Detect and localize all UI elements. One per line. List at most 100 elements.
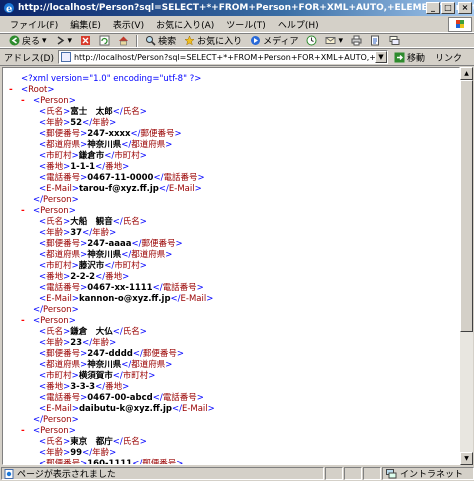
links-button[interactable]: リンク: [435, 51, 462, 64]
stop-icon: [81, 36, 91, 45]
address-bar: アドレス(D) http://localhost/Person?sql=SELE…: [0, 48, 474, 66]
person-close-tag: </Person>: [3, 415, 459, 426]
xml-field-line: <年齢>23</年齢>: [3, 338, 459, 349]
scroll-up-button[interactable]: ▲: [460, 67, 473, 80]
field-value: 鎌倉市: [78, 151, 105, 161]
forward-dropdown-icon[interactable]: ▾: [68, 36, 73, 46]
maximize-button[interactable]: □: [441, 2, 455, 14]
person-open-tag: - <Person>: [3, 96, 459, 107]
field-tag-name: 都道府県: [131, 140, 166, 150]
collapse-toggle[interactable]: -: [21, 96, 25, 107]
bracket: >: [109, 118, 117, 128]
bracket: >: [139, 151, 147, 161]
status-cell: [344, 467, 362, 480]
xml-document-view: <?xml version="1.0" encoding="utf-8" ?> -…: [2, 67, 460, 465]
field-value: 160-1111: [87, 459, 133, 465]
media-button[interactable]: メディア: [247, 34, 301, 47]
history-button[interactable]: [303, 35, 320, 46]
bracket: </: [33, 195, 43, 205]
collapse-toggle[interactable]: -: [21, 206, 25, 217]
address-label: アドレス(D): [4, 53, 54, 64]
field-value: 横須賀市: [78, 371, 113, 381]
bracket: >: [109, 228, 117, 238]
forward-button[interactable]: ▾: [52, 35, 76, 46]
bracket: </: [132, 459, 143, 465]
back-arrow-icon: [9, 35, 20, 46]
field-value: 東京 都庁: [70, 437, 113, 447]
scroll-thumb[interactable]: [460, 80, 473, 332]
bracket: </: [95, 272, 106, 282]
bracket: >: [165, 250, 173, 260]
minimize-button[interactable]: _: [426, 2, 440, 14]
menu-view[interactable]: 表示(V): [107, 18, 150, 31]
scroll-down-button[interactable]: ▼: [460, 452, 473, 465]
back-dropdown-icon[interactable]: ▾: [42, 36, 47, 46]
field-tag-name: 年齢: [92, 228, 110, 238]
bracket: </: [121, 250, 132, 260]
field-tag-name: 都道府県: [46, 140, 81, 150]
close-button[interactable]: ×: [458, 2, 472, 14]
collapse-toggle[interactable]: -: [21, 316, 25, 327]
xml-field-line: <番地>1-1-1</番地>: [3, 162, 459, 173]
field-value: 鎌倉 大仏: [70, 327, 113, 337]
field-tag-name: 市町村: [122, 371, 149, 381]
xml-field-line: <郵便番号>247-dddd</郵便番号>: [3, 349, 459, 360]
bracket: >: [139, 217, 147, 227]
mail-dropdown-icon[interactable]: ▾: [338, 36, 343, 46]
field-tag-name: 市町村: [114, 261, 140, 271]
field-tag-name: 番地: [46, 162, 64, 172]
field-tag-name: 氏名: [46, 327, 64, 337]
ie-logo-icon: e: [4, 3, 14, 14]
bracket: >: [47, 85, 55, 95]
home-icon: [119, 36, 129, 46]
field-tag-name: 電話番号: [162, 283, 197, 293]
xml-field-line: <番地>2-2-2</番地>: [3, 272, 459, 283]
xml-field-line: <E-Mail>kannon-o@xyz.ff.jp</E-Mail>: [3, 294, 459, 305]
forward-arrow-icon: [57, 36, 64, 45]
field-tag-name: E-Mail: [180, 294, 207, 304]
bracket: >: [196, 283, 204, 293]
menu-help[interactable]: ヘルプ(H): [272, 18, 325, 31]
bracket: >: [71, 404, 79, 414]
field-tag-name: E-Mail: [168, 184, 195, 194]
field-tag-name: E-Mail: [181, 404, 208, 414]
bracket: >: [122, 272, 130, 282]
field-tag-name: 氏名: [122, 107, 140, 117]
back-button[interactable]: 戻る ▾: [6, 34, 50, 47]
xml-field-line: <E-Mail>daibutu-k@xyz.ff.jp</E-Mail>: [3, 404, 459, 415]
stop-button[interactable]: [77, 35, 94, 46]
xml-field-line: <年齢>99</年齢>: [3, 448, 459, 459]
vertical-scrollbar[interactable]: ▲ ▼: [460, 67, 473, 465]
print-button[interactable]: [348, 35, 365, 46]
address-dropdown-icon[interactable]: ▼: [374, 51, 387, 63]
collapse-toggle[interactable]: -: [9, 85, 13, 96]
home-button[interactable]: [115, 35, 132, 46]
bracket: </: [153, 173, 164, 183]
address-url[interactable]: http://localhost/Person?sql=SELECT+*+FRO…: [74, 53, 387, 62]
bracket: >: [196, 393, 204, 403]
bracket: </: [95, 382, 106, 392]
title-bar: e http://localhost/Person?sql=SELECT+*+F…: [0, 0, 474, 16]
menu-edit[interactable]: 編集(E): [64, 18, 107, 31]
address-input[interactable]: http://localhost/Person?sql=SELECT+*+FRO…: [57, 50, 388, 64]
xml-field-line: <E-Mail>tarou-f@xyz.ff.jp</E-Mail>: [3, 184, 459, 195]
refresh-button[interactable]: [96, 35, 113, 46]
tag-name: Person: [40, 96, 69, 106]
refresh-icon: [99, 35, 110, 46]
favorites-button[interactable]: お気に入り: [181, 34, 245, 47]
menu-bar: ファイル(F) 編集(E) 表示(V) お気に入り(A) ツール(T) ヘルプ(…: [0, 16, 474, 33]
discuss-button[interactable]: [386, 35, 403, 46]
menu-file[interactable]: ファイル(F): [4, 18, 64, 31]
tag-name: Person: [43, 305, 72, 315]
menu-favorites[interactable]: お気に入り(A): [150, 18, 220, 31]
search-button[interactable]: 検索: [142, 34, 179, 47]
edit-button[interactable]: [367, 35, 384, 46]
collapse-toggle[interactable]: -: [21, 426, 25, 437]
field-value: 神奈川県: [87, 360, 122, 370]
status-bar: ページが表示されました イントラネット: [0, 466, 474, 481]
bracket: >: [175, 239, 183, 249]
field-value: 0467-00-abcd: [87, 393, 153, 403]
menu-tools[interactable]: ツール(T): [220, 18, 272, 31]
go-button[interactable]: 移動: [394, 51, 425, 64]
mail-button[interactable]: ▾: [322, 35, 346, 46]
